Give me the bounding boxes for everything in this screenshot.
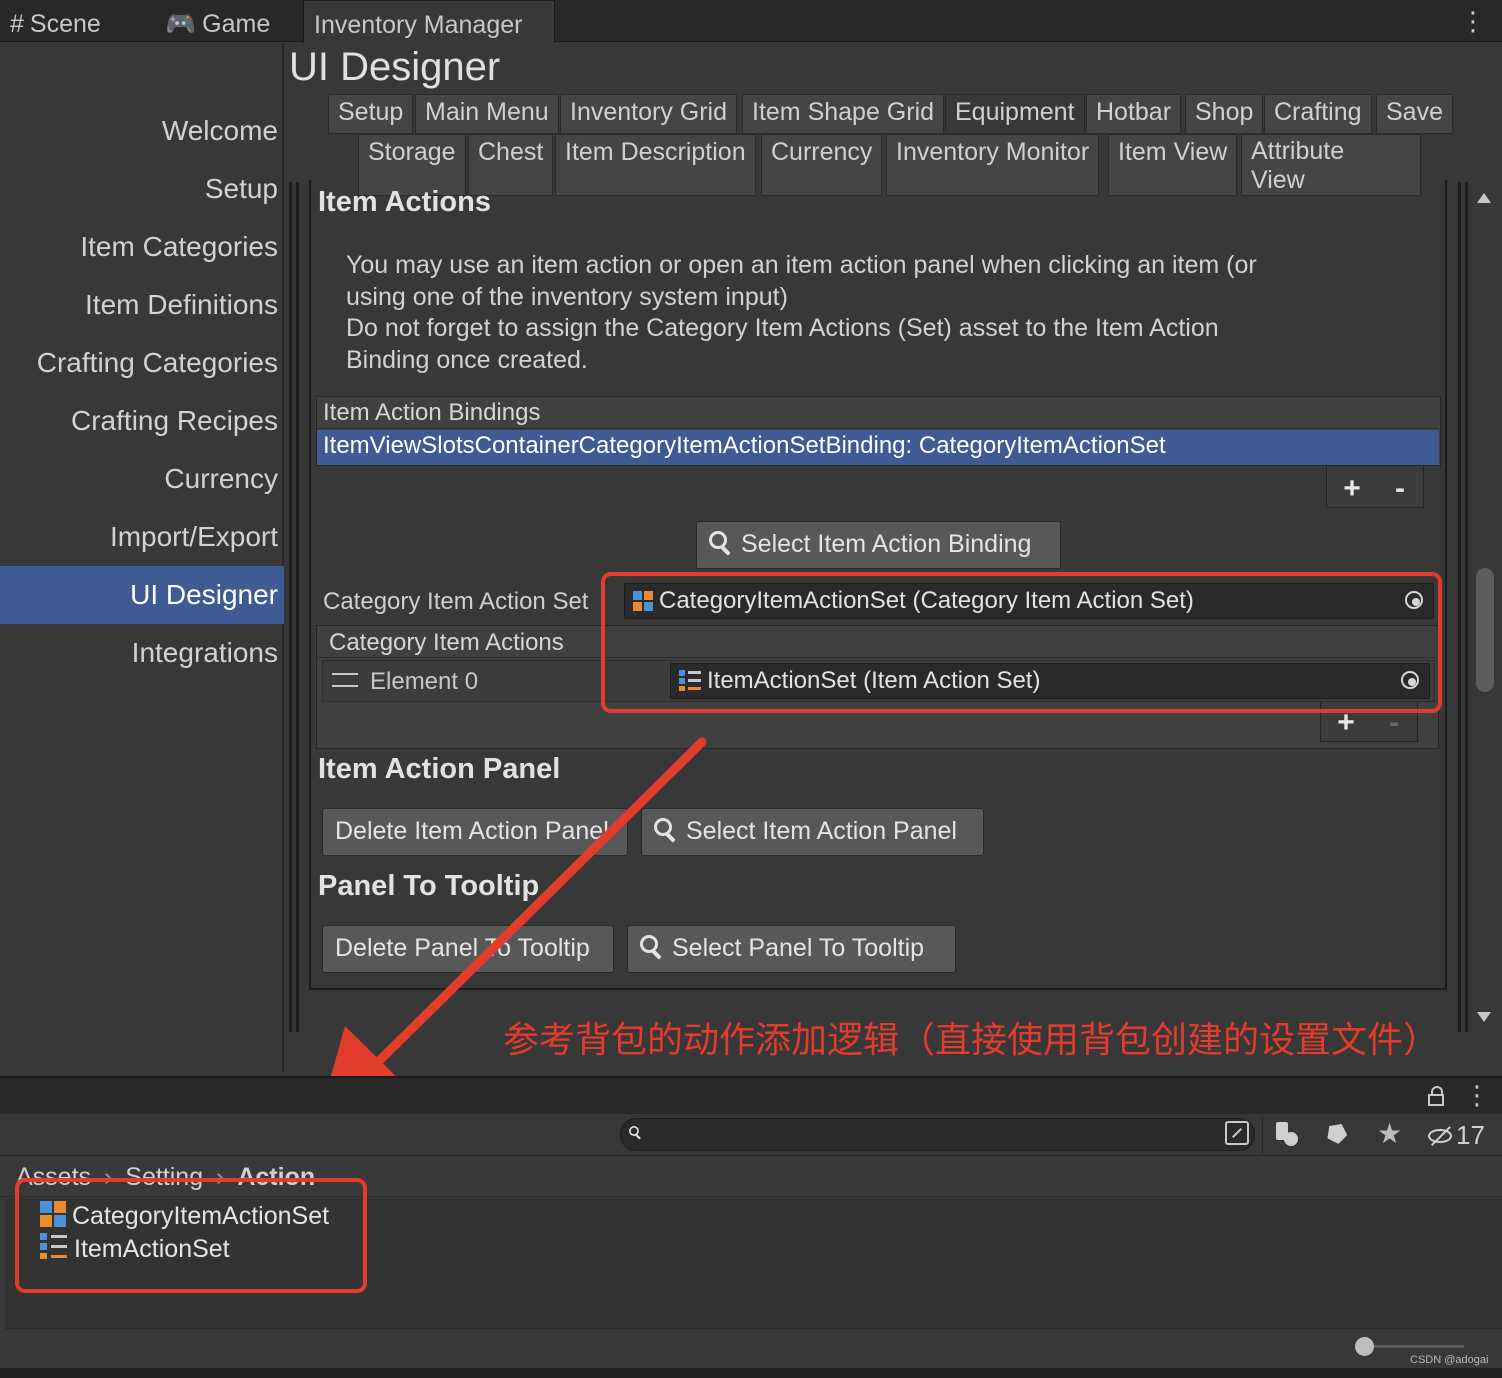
subtab-shop[interactable]: Shop	[1185, 94, 1264, 134]
hidden-packages-toggle[interactable]: 17	[1428, 1118, 1485, 1152]
tab-inventory-manager-label: Inventory Manager	[314, 11, 523, 39]
scroll-area-border	[1458, 182, 1461, 1032]
search-by-type-icon[interactable]	[1225, 1121, 1249, 1145]
toolbar-divider	[1262, 1116, 1263, 1154]
subtab-setup[interactable]: Setup	[328, 94, 414, 134]
bottom-edge	[0, 1368, 1502, 1378]
scroll-area-border	[1465, 182, 1468, 1032]
subtab-main-menu[interactable]: Main Menu	[415, 94, 559, 134]
sidebar-item-setup[interactable]: Setup	[0, 160, 284, 218]
sidebar-item-welcome[interactable]: Welcome	[0, 102, 284, 160]
drag-handle-icon[interactable]	[332, 673, 358, 687]
sidebar-item-import-export[interactable]: Import/Export	[0, 508, 284, 566]
sidebar-item-crafting-categories[interactable]: Crafting Categories	[0, 334, 284, 392]
kebab-menu-icon[interactable]: ⋮	[1464, 1080, 1490, 1110]
sidebar-item-ui-designer[interactable]: UI Designer	[0, 566, 284, 624]
description-line: Do not forget to assign the Category Ite…	[346, 314, 1219, 342]
page-title: UI Designer	[289, 45, 501, 89]
element-0-label: Element 0	[332, 666, 478, 698]
scroll-area-border	[296, 182, 299, 1032]
sidebar-item-item-categories[interactable]: Item Categories	[0, 218, 284, 276]
scroll-down-icon[interactable]	[1477, 1012, 1491, 1022]
project-tab-bar: ⋮	[0, 1076, 1502, 1114]
description-line: using one of the inventory system input)	[346, 282, 788, 311]
tab-scene[interactable]: # Scene	[0, 0, 140, 42]
eye-slash-icon	[1428, 1126, 1456, 1146]
add-binding-button[interactable]: +	[1335, 474, 1369, 504]
hidden-count: 17	[1456, 1120, 1485, 1150]
favorites-star-icon[interactable]: ★	[1377, 1117, 1402, 1151]
bindings-add-remove-box: + -	[1326, 466, 1424, 508]
sidebar: Welcome Setup Item Categories Item Defin…	[0, 43, 284, 1073]
tab-inventory-manager[interactable]: Inventory Manager	[303, 0, 555, 43]
filter-by-type-icon[interactable]	[1274, 1120, 1302, 1148]
scroll-up-icon[interactable]	[1477, 193, 1491, 203]
lock-icon[interactable]	[1428, 1084, 1446, 1108]
item-actions-description: You may use an item action or open an it…	[346, 250, 1436, 376]
vertical-scrollbar-thumb[interactable]	[1476, 568, 1494, 692]
project-status-bar	[5, 1328, 1502, 1368]
search-icon	[629, 1126, 642, 1139]
select-panel-label: Select Item Action Panel	[686, 817, 957, 845]
list-item-binding[interactable]: ItemViewSlotsContainerCategoryItemAction…	[317, 430, 1439, 465]
sidebar-item-integrations[interactable]: Integrations	[0, 624, 284, 682]
subtab-equipment[interactable]: Equipment	[945, 94, 1085, 134]
remove-binding-button[interactable]: -	[1383, 474, 1417, 504]
annotation-highlight-box	[15, 1178, 367, 1293]
kebab-menu-icon[interactable]: ⋮	[1460, 6, 1486, 36]
tab-game-label: Game	[202, 10, 271, 38]
scroll-area-border	[289, 182, 292, 1032]
watermark: CSDN @adogai	[1410, 1354, 1489, 1366]
icon-size-slider-handle[interactable]	[1355, 1337, 1374, 1356]
subtab-hotbar[interactable]: Hotbar	[1086, 94, 1182, 134]
gamepad-icon: 🎮	[165, 10, 197, 38]
item-action-bindings-header: Item Action Bindings	[317, 397, 1439, 429]
subtab-inventory-grid[interactable]: Inventory Grid	[560, 94, 738, 134]
description-line: You may use an item action or open an it…	[346, 251, 1257, 279]
select-item-action-binding-button[interactable]: Select Item Action Binding	[696, 521, 1061, 569]
icon-size-slider-track[interactable]	[1366, 1345, 1464, 1348]
select-binding-label: Select Item Action Binding	[741, 530, 1032, 558]
tab-game[interactable]: 🎮 Game	[155, 0, 295, 42]
subtab-attribute-view-line1: Attribute	[1251, 137, 1345, 165]
description-line: Binding once created.	[346, 345, 588, 374]
search-icon	[709, 531, 733, 555]
sidebar-item-crafting-recipes[interactable]: Crafting Recipes	[0, 392, 284, 450]
category-set-label: Category Item Action Set	[323, 588, 589, 615]
annotation-highlight-box	[601, 572, 1442, 713]
window-tab-bar: # Scene 🎮 Game Inventory Manager ⋮	[0, 0, 1502, 43]
grid-hash-icon: #	[10, 10, 24, 38]
subtab-item-shape-grid[interactable]: Item Shape Grid	[742, 94, 945, 134]
search-input[interactable]	[620, 1118, 1255, 1151]
sidebar-item-currency[interactable]: Currency	[0, 450, 284, 508]
subtab-save[interactable]: Save	[1376, 94, 1453, 134]
annotation-arrow	[318, 737, 707, 1122]
sidebar-item-item-definitions[interactable]: Item Definitions	[0, 276, 284, 334]
subtab-crafting[interactable]: Crafting	[1264, 94, 1372, 134]
item-actions-heading: Item Actions	[318, 186, 491, 218]
element-0-text: Element 0	[370, 668, 479, 695]
tab-scene-label: Scene	[29, 10, 101, 38]
